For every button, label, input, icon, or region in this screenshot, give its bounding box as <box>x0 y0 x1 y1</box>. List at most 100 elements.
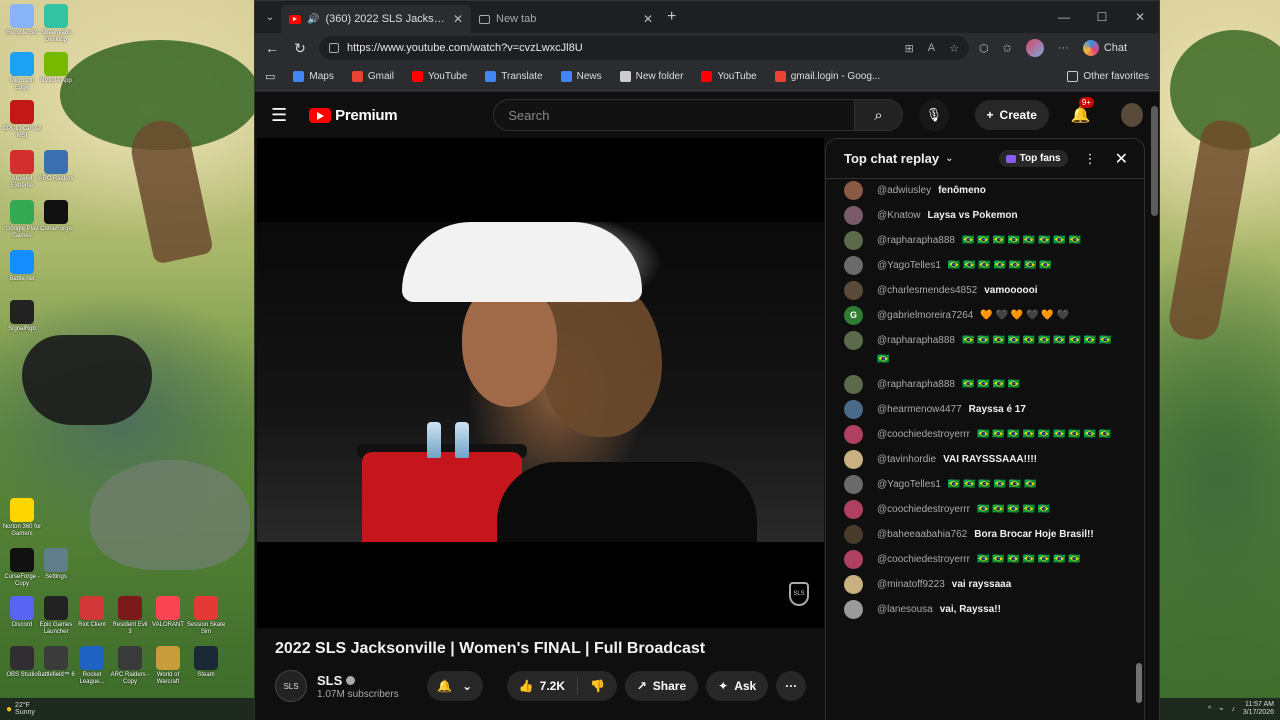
tab-list-icon[interactable]: ▭ <box>265 70 275 83</box>
extensions-icon[interactable]: ⬡ <box>979 42 989 55</box>
page-scrollbar[interactable] <box>1150 94 1159 719</box>
star-icon[interactable]: ☆ <box>949 42 959 55</box>
weather-widget[interactable]: ● 22°F Sunny <box>6 702 35 716</box>
read-aloud-icon[interactable]: A <box>928 42 935 55</box>
dislike-button[interactable]: 👎 <box>578 679 617 693</box>
chevron-up-icon[interactable]: ^ <box>1208 706 1211 713</box>
desktop-icon[interactable]: VALORANT <box>148 596 188 629</box>
bookmark-item[interactable]: YouTube <box>411 71 467 82</box>
chat-author-name[interactable]: @coochiedestroyerrr <box>877 429 970 440</box>
clock[interactable]: 11:57 AM 3/17/2026 <box>1243 701 1274 717</box>
channel-avatar[interactable]: SLS <box>275 670 307 702</box>
chat-message[interactable]: @coochiedestroyerrr 🇧🇷 🇧🇷 🇧🇷 🇧🇷 🇧🇷 🇧🇷 🇧🇷 <box>844 550 1114 569</box>
chat-author-avatar[interactable] <box>844 600 863 619</box>
chevron-down-icon[interactable]: ⌄ <box>945 153 953 164</box>
desktop-icon[interactable]: Epic Games Launcher <box>36 596 76 636</box>
youtube-logo[interactable]: Premium <box>309 107 398 124</box>
desktop-icon[interactable]: Norton 360 for Gamers <box>2 498 42 538</box>
refresh-icon[interactable]: ↻ <box>291 40 309 57</box>
chat-author-name[interactable]: @lanesousa <box>877 604 933 615</box>
close-chat-icon[interactable]: ✕ <box>1115 149 1128 169</box>
site-info-icon[interactable] <box>329 43 339 53</box>
chat-author-name[interactable]: @rapharapha888 <box>877 235 955 246</box>
close-tab-icon[interactable]: ✕ <box>453 12 463 26</box>
desktop-icon[interactable]: World of Warcraft <box>148 646 188 686</box>
bookmark-item[interactable]: gmail.login - Goog... <box>774 71 880 82</box>
chat-author-name[interactable]: @gabrielmoreira7264 <box>877 310 973 321</box>
desktop-icon[interactable]: ARC Raiders - Copy <box>110 646 150 686</box>
bookmark-item[interactable]: Translate <box>485 71 543 82</box>
close-window-icon[interactable]: ✕ <box>1121 10 1159 24</box>
chat-author-avatar[interactable] <box>844 475 863 494</box>
desktop-icon[interactable]: CPUID CPU-Z MSI <box>2 100 42 140</box>
chat-message[interactable]: @lanesousa vai, Rayssa!! <box>844 600 1114 619</box>
profile-avatar[interactable] <box>1025 39 1044 57</box>
tab-actions-chevron-icon[interactable]: ⌄ <box>259 6 281 28</box>
bookmark-item[interactable]: YouTube <box>701 71 757 82</box>
chat-author-avatar[interactable] <box>844 206 863 225</box>
chat-author-name[interactable]: @YagoTelles1 <box>877 479 941 490</box>
chat-author-avatar[interactable] <box>844 525 863 544</box>
chat-author-name[interactable]: @rapharapha888 <box>877 379 955 390</box>
volume-icon[interactable]: ♪ <box>1231 706 1235 713</box>
chat-author-name[interactable]: @rapharapha888 <box>877 335 955 346</box>
more-icon[interactable]: ··· <box>1058 42 1069 54</box>
chat-author-avatar[interactable] <box>844 425 863 444</box>
desktop-icon[interactable]: Riot Client <box>72 596 112 629</box>
chat-author-avatar[interactable] <box>844 181 863 200</box>
desktop-icon[interactable]: NVIDIA App <box>36 52 76 85</box>
grid-icon[interactable]: ⊞ <box>905 42 914 55</box>
chat-message[interactable]: @rapharapha888 🇧🇷 🇧🇷 🇧🇷 🇧🇷 <box>844 375 1114 394</box>
bookmark-item[interactable]: News <box>560 71 602 82</box>
chat-message[interactable]: @rapharapha888 🇧🇷 🇧🇷 🇧🇷 🇧🇷 🇧🇷 🇧🇷 🇧🇷 🇧🇷 <box>844 231 1114 250</box>
chat-message[interactable]: @rapharapha888 🇧🇷 🇧🇷 🇧🇷 🇧🇷 🇧🇷 🇧🇷 🇧🇷 🇧🇷 🇧🇷… <box>844 331 1114 369</box>
chat-author-name[interactable]: @baheeaabahia762 <box>877 529 967 540</box>
desktop-icon[interactable]: Rocket League... <box>72 646 112 686</box>
close-tab-icon[interactable]: ✕ <box>643 12 653 26</box>
chat-author-name[interactable]: @tavinhordie <box>877 454 936 465</box>
chat-message[interactable]: @baheeaabahia762 Bora Brocar Hoje Brasil!… <box>844 525 1114 544</box>
network-icon[interactable]: ⌁ <box>1219 705 1223 713</box>
chat-message[interactable]: G @gabrielmoreira7264 🧡 🖤 🧡 🖤 🧡 🖤 <box>844 306 1114 325</box>
bookmark-item[interactable]: Maps <box>293 71 334 82</box>
chat-author-name[interactable]: @charlesmendes4852 <box>877 285 977 296</box>
chat-message[interactable]: @coochiedestroyerrr 🇧🇷 🇧🇷 🇧🇷 🇧🇷 🇧🇷 🇧🇷 🇧🇷 … <box>844 425 1114 444</box>
url-field[interactable]: https://www.youtube.com/watch?v=cvzLwxcJ… <box>319 36 969 60</box>
more-actions-button[interactable]: ··· <box>776 671 807 701</box>
desktop-icon[interactable]: Settings <box>36 548 76 581</box>
chat-message[interactable]: @coochiedestroyerrr 🇧🇷 🇧🇷 🇧🇷 🇧🇷 🇧🇷 <box>844 500 1114 519</box>
maximize-icon[interactable]: ☐ <box>1083 10 1121 24</box>
search-input[interactable]: Search <box>493 99 855 131</box>
minimize-icon[interactable]: — <box>1045 10 1083 24</box>
chat-author-avatar[interactable] <box>844 450 863 469</box>
chat-message[interactable]: @minatoff9223 vai rayssaaa <box>844 575 1114 594</box>
chat-author-avatar[interactable] <box>844 575 863 594</box>
desktop-icon[interactable]: ARC Raiders <box>36 150 76 183</box>
chat-message[interactable]: @adwiusley fenômeno <box>844 181 1114 200</box>
bookmark-item[interactable]: Gmail <box>351 71 394 82</box>
search-button[interactable]: ⌕ <box>854 99 903 131</box>
menu-icon[interactable]: ☰ <box>271 105 293 126</box>
share-button[interactable]: ↗ Share <box>624 671 699 701</box>
chat-author-avatar[interactable] <box>844 331 863 350</box>
voice-search-button[interactable]: 🎙 <box>918 99 949 131</box>
ask-button[interactable]: ✦ Ask <box>706 671 769 701</box>
chat-author-avatar[interactable] <box>844 281 863 300</box>
tab-youtube[interactable]: 🔊 (360) 2022 SLS Jacksonville | W ✕ <box>281 5 471 33</box>
top-fans-button[interactable]: Top fans <box>998 150 1068 167</box>
favorites-icon[interactable]: ✩ <box>1003 42 1012 55</box>
chat-author-avatar[interactable] <box>844 500 863 519</box>
desktop-icon[interactable]: Battlefield™ 6 <box>36 646 76 679</box>
video-player[interactable]: SLS <box>257 138 824 628</box>
chat-message[interactable]: @Knatow Laysa vs Pokemon <box>844 206 1114 225</box>
notifications-button[interactable]: 🔔 9+ <box>1071 97 1095 125</box>
other-favorites[interactable]: Other favorites <box>1067 71 1149 82</box>
chat-title[interactable]: Top chat replay <box>844 151 939 166</box>
chat-scrollbar[interactable] <box>1136 187 1142 707</box>
chat-author-avatar[interactable] <box>844 231 863 250</box>
bookmark-item[interactable]: New folder <box>619 71 683 82</box>
tab-new-tab[interactable]: New tab ✕ <box>471 5 661 33</box>
desktop-icon[interactable]: Streamlabs Desktop <box>36 4 76 44</box>
new-tab-plus-icon[interactable]: + <box>667 8 676 26</box>
back-arrow-icon[interactable]: ← <box>263 40 281 56</box>
